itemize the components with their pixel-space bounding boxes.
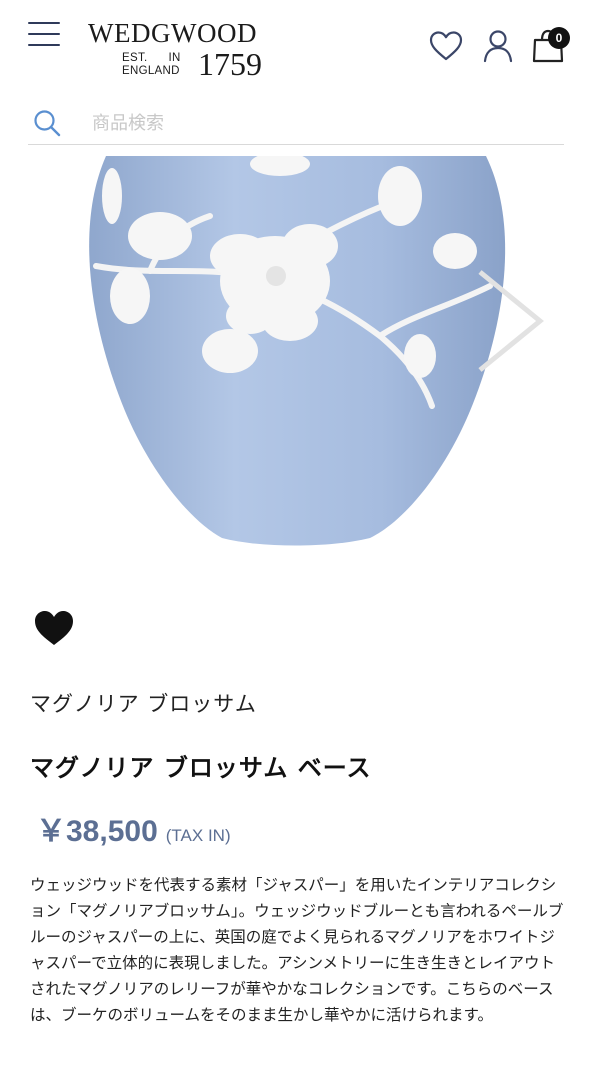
heart-filled-icon[interactable] — [32, 608, 76, 648]
user-icon[interactable] — [480, 28, 516, 64]
search-icon[interactable] — [32, 108, 62, 138]
product-collection-name[interactable]: マグノリア ブロッサム — [30, 688, 257, 718]
logo-established: EST. IN ENGLAND — [122, 52, 181, 78]
logo-est-line1: EST. IN — [122, 52, 181, 64]
search-input[interactable] — [90, 106, 554, 140]
product-description: ウェッジウッドを代表する素材「ジャスパー」を用いたインテリアコレクション「マグノ… — [30, 876, 564, 1024]
header: WEDGWOOD EST. IN ENGLAND 1759 0 — [0, 0, 592, 100]
product-image-gallery[interactable] — [0, 156, 592, 576]
logo-year: 1759 — [198, 46, 262, 82]
cart-count-badge: 0 — [548, 27, 570, 49]
logo-est-line2: ENGLAND — [122, 65, 180, 77]
heart-outline-icon[interactable] — [428, 28, 464, 64]
search-bar — [28, 100, 564, 145]
product-price: ￥38,500 — [36, 815, 158, 848]
product-title: マグノリア ブロッサム ベース — [30, 754, 372, 782]
logo-name: WEDGWOOD — [88, 18, 257, 48]
chevron-right-icon[interactable] — [470, 266, 550, 376]
hamburger-menu-icon[interactable] — [28, 22, 60, 52]
wedgwood-logo[interactable]: WEDGWOOD EST. IN ENGLAND 1759 — [88, 14, 278, 86]
price-row: ￥38,500 (TAX IN) — [36, 806, 231, 848]
tax-label: (TAX IN) — [165, 826, 231, 845]
